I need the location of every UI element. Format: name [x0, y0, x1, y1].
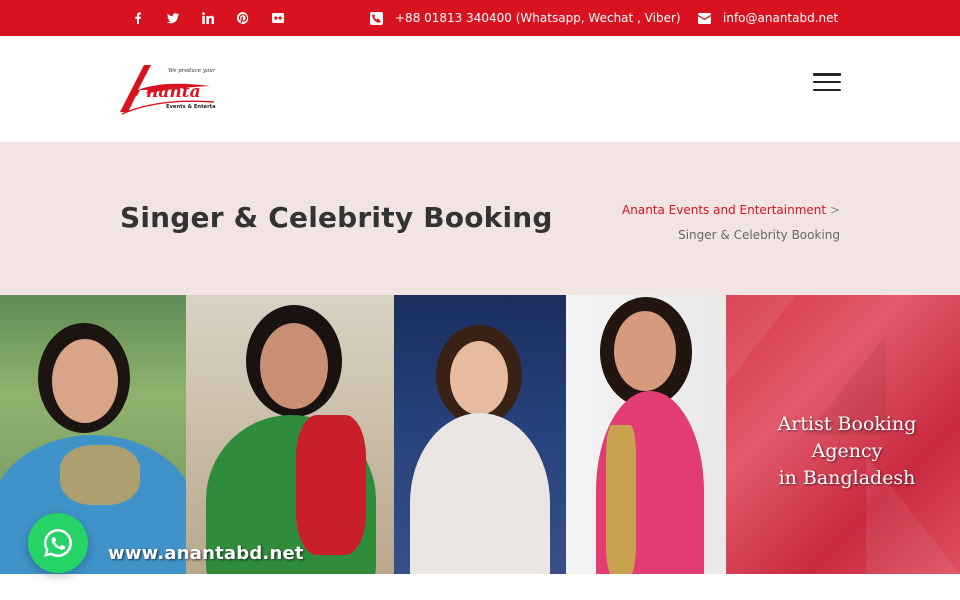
breadcrumb-separator: >: [829, 203, 840, 217]
linkedin-icon: [201, 12, 214, 24]
phone-icon: [370, 11, 383, 25]
ananta-logo[interactable]: We produce your ideas... nanta Events & …: [118, 62, 237, 116]
facebook-icon: [134, 12, 141, 24]
svg-text:We produce your ideas...: We produce your ideas...: [168, 68, 216, 74]
email-contact[interactable]: info@anantabd.net: [698, 0, 838, 36]
celebrity-photo-2: [186, 295, 394, 574]
hamburger-line: [813, 88, 841, 91]
breadcrumb: Ananta Events and Entertainment > Singer…: [622, 198, 840, 248]
celebrity-photo-4: [566, 295, 726, 574]
hamburger-menu-icon: [813, 73, 841, 76]
linkedin-link[interactable]: [190, 0, 225, 36]
svg-text:Events & Entertainment: Events & Entertainment: [166, 104, 216, 110]
banner-caption-line-2: in Bangladesh: [778, 467, 916, 489]
whatsapp-chat-button[interactable]: [28, 513, 88, 573]
celebrity-photo-3: [394, 295, 566, 574]
hamburger-line: [813, 80, 841, 84]
flickr-icon: [271, 13, 284, 23]
banner-caption-line-1: Artist Booking Agency: [777, 413, 917, 462]
breadcrumb-home-link[interactable]: Ananta Events and Entertainment: [622, 203, 826, 217]
email-address: info@anantabd.net: [723, 11, 839, 25]
hamburger-menu-button[interactable]: [813, 71, 841, 93]
envelope-icon: [698, 12, 711, 24]
svg-text:nanta: nanta: [146, 82, 201, 102]
hero-banner-image: Artist Booking Agency in Bangladesh www.…: [0, 295, 960, 574]
site-header: We produce your ideas... nanta Events & …: [0, 36, 960, 142]
phone-contact[interactable]: +88 01813 340400 (Whatsapp, Wechat , Vib…: [370, 0, 681, 36]
facebook-link[interactable]: [120, 0, 155, 36]
flickr-link[interactable]: [260, 0, 295, 36]
whatsapp-icon: [44, 528, 73, 557]
celebrity-photo-1: [0, 295, 186, 574]
phone-number: +88 01813 340400 (Whatsapp, Wechat , Vib…: [395, 11, 681, 25]
banner-watermark-url: www.anantabd.net: [108, 543, 304, 564]
banner-caption: Artist Booking Agency in Bangladesh: [742, 411, 952, 492]
social-links: [120, 0, 295, 36]
twitter-link[interactable]: [155, 0, 190, 36]
page-title: Singer & Celebrity Booking: [120, 201, 553, 234]
top-bar: +88 01813 340400 (Whatsapp, Wechat , Vib…: [0, 0, 960, 36]
pinterest-icon: [236, 12, 248, 24]
twitter-icon: [166, 13, 179, 24]
breadcrumb-current: Singer & Celebrity Booking: [678, 228, 840, 242]
ananta-logo-graphic: We produce your ideas... nanta Events & …: [120, 65, 237, 115]
page-title-bar: Singer & Celebrity Booking Ananta Events…: [0, 142, 960, 295]
pinterest-link[interactable]: [225, 0, 260, 36]
